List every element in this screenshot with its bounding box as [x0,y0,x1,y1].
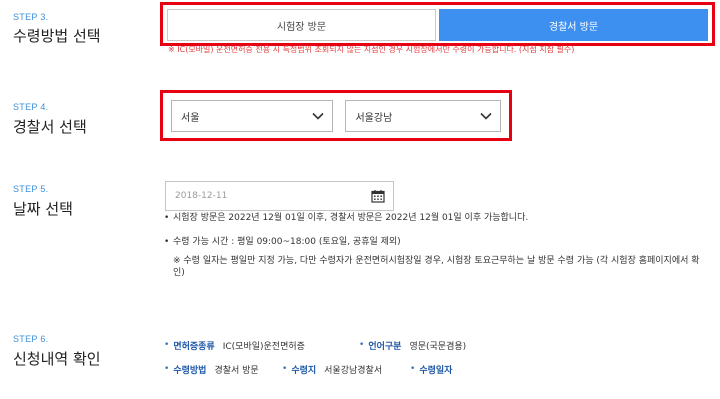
region-select[interactable]: 서울 [171,100,334,132]
step4-label: STEP 4. [13,102,49,112]
date-note-2: 수령 가능 시간 : 평일 09:00~18:00 (토요일, 공휴일 제외) [164,236,709,248]
visit-test-center-button[interactable]: 시험장 방문 [167,9,436,41]
step5-label: STEP 5. [13,184,49,194]
chevron-down-icon [312,112,325,120]
station-select-value: 서울강남 [355,112,393,124]
date-key: 수령일자 [419,365,453,376]
step6-label: STEP 6. [13,334,49,344]
application-summary: • 면허증종류 IC(모바일)운전면허증 • 언어구분 영문(국문겸용) • 수… [164,338,466,386]
bullet-icon: • [359,340,365,350]
date-note-1: 시험장 방문은 2022년 12월 01일 이후, 경찰서 방문은 2022년 … [164,212,709,224]
bullet-icon: • [164,364,170,374]
license-type-key: 면허증종류 [173,341,215,352]
bullet-icon: • [410,364,416,374]
date-sub-note: ※ 수령 일자는 평일만 지정 가능, 다만 수령자가 운전면허시험장일 경우,… [173,256,700,278]
date-notes: 시험장 방문은 2022년 12월 01일 이후, 경찰서 방문은 2022년 … [164,212,709,279]
step5-title: 날짜 선택 [13,200,73,218]
receive-method-group: 시험장 방문 경찰서 방문 [160,2,715,46]
language-key: 언어구분 [368,341,402,352]
calendar-icon[interactable] [371,189,385,203]
bullet-icon: • [164,340,170,350]
police-station-select-group: 서울 서울강남 [160,90,512,141]
step4-title: 경찰서 선택 [13,118,87,136]
license-type-value: IC(모바일)운전면허증 [222,341,305,352]
language-value: 영문(국문겸용) [409,341,467,352]
method-warning-note: ※ IC(모바일) 운전면허증 전용 시 특정범위 조회되지 않는 지점인 경우… [168,45,575,54]
place-key: 수령지 [291,365,317,376]
method-value: 경찰서 방문 [214,365,259,376]
step3-title: 수령방법 선택 [13,27,101,45]
method-key: 수령방법 [173,365,207,376]
date-placeholder: 2018-12-11 [175,191,228,201]
chevron-down-icon [480,112,492,120]
visit-police-station-button[interactable]: 경찰서 방문 [439,9,708,41]
region-select-value: 서울 [181,112,200,124]
station-select[interactable]: 서울강남 [345,100,501,132]
date-input[interactable]: 2018-12-11 [165,181,394,211]
step6-title: 신청내역 확인 [13,350,101,368]
bullet-icon: • [282,364,288,374]
step3-label: STEP 3. [13,12,49,22]
place-value: 서울강남경찰서 [324,365,383,376]
